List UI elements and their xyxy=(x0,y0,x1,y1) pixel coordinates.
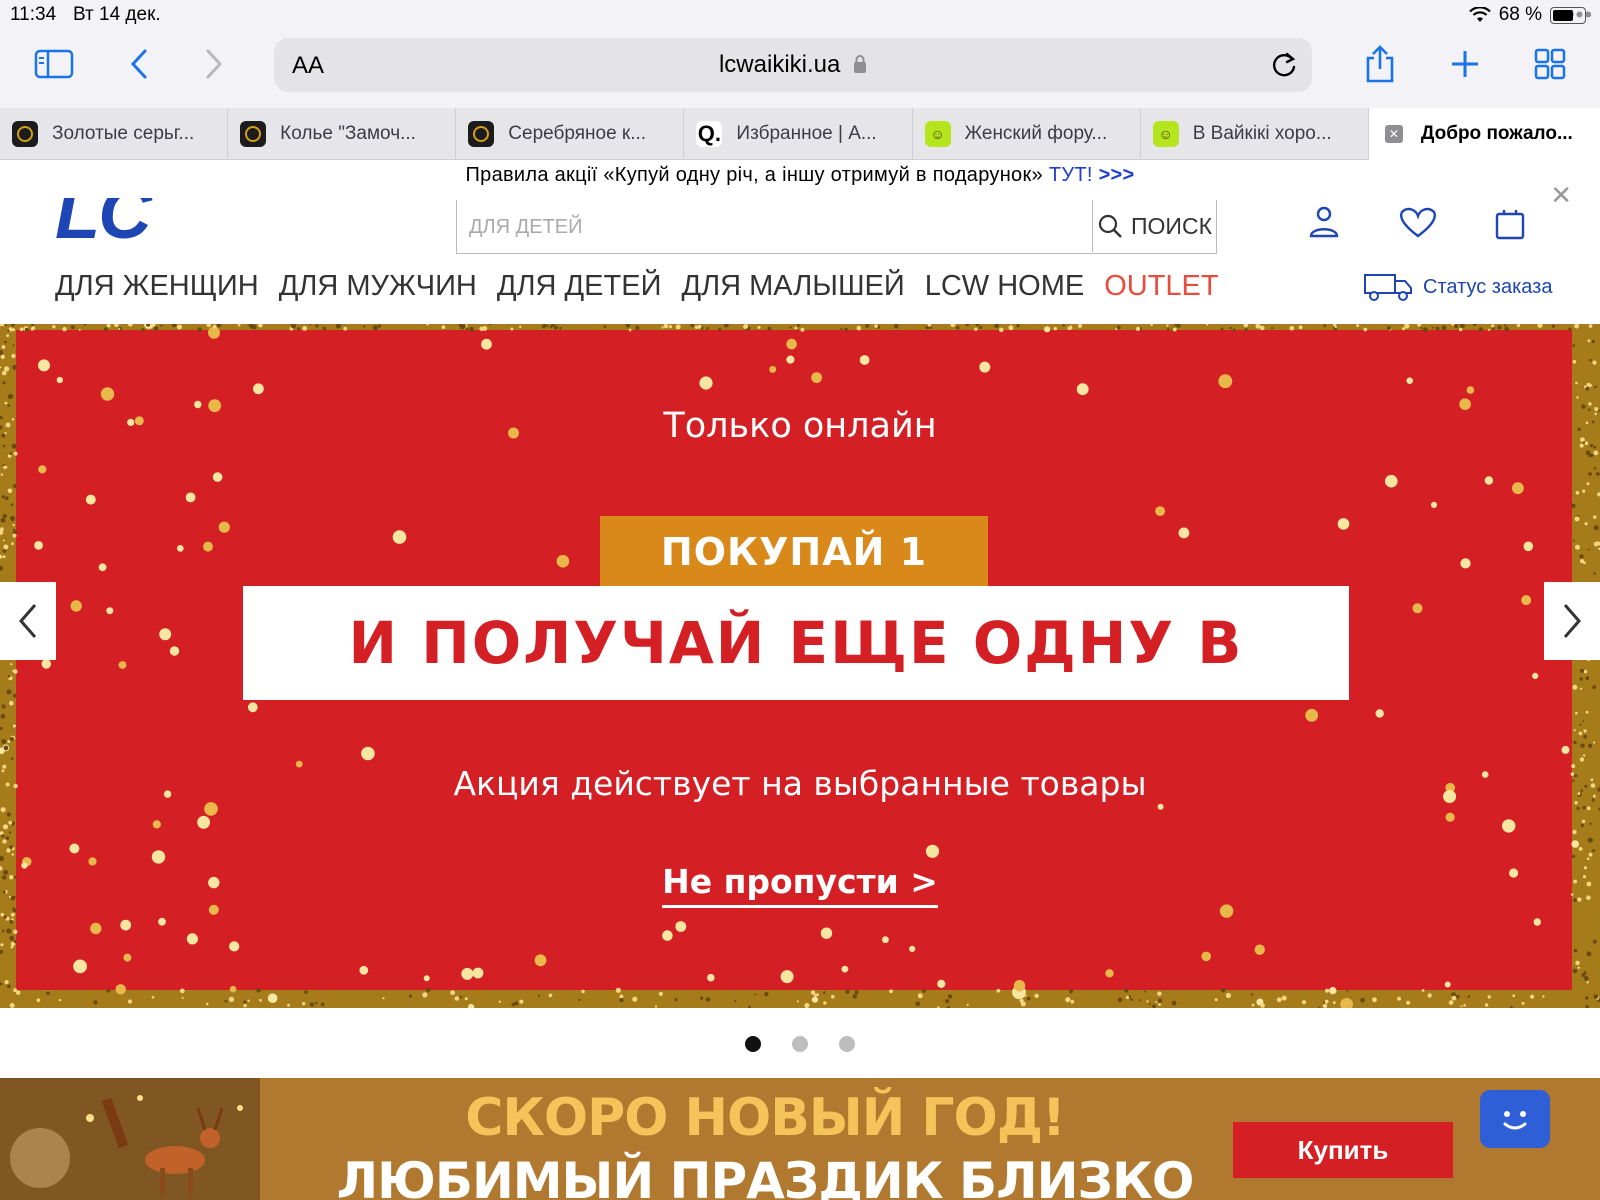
url-label: lcwaikiki.ua xyxy=(718,51,841,78)
buy-button[interactable]: Купить xyxy=(1233,1122,1453,1178)
browser-tab-active[interactable]: ✕ Добро пожало... xyxy=(1368,108,1600,160)
chevron-right-icon xyxy=(1563,604,1581,638)
status-right: 68 % xyxy=(1468,4,1586,26)
nav-babies[interactable]: ДЛЯ МАЛЫШЕЙ xyxy=(681,270,904,310)
banner-cta-link[interactable]: Не пропусти > xyxy=(0,862,1600,908)
battery-percent: 68 % xyxy=(1498,4,1542,25)
new-year-banner[interactable]: СКОРО НОВЫЙ ГОД! ЛЮБИМЫЙ ПРАЗДИК БЛИЗКО … xyxy=(0,1078,1600,1200)
forward-icon[interactable] xyxy=(192,42,236,86)
carousel-dot[interactable] xyxy=(792,1036,808,1052)
order-status-link[interactable]: Статус заказа xyxy=(1363,272,1552,302)
carousel-dot[interactable] xyxy=(839,1036,855,1052)
browser-toolbar: AA lcwaikiki.ua xyxy=(0,30,1600,108)
banner-buy-one: ПОКУПАЙ 1 ВЕЩЬ xyxy=(600,516,988,646)
tab-title: Золотые серьг... xyxy=(52,123,195,144)
order-status-label: Статус заказа xyxy=(1423,275,1553,298)
banner-cta-label[interactable]: Не пропусти > xyxy=(662,862,938,908)
share-icon[interactable] xyxy=(1358,42,1402,86)
banner-condition: Акция действует на выбранные товары xyxy=(453,764,1147,803)
sidebar-icon[interactable] xyxy=(32,42,76,86)
tab-title: В Вайкікі хоро... xyxy=(1192,123,1332,144)
search-input[interactable]: ДЛЯ ДЕТЕЙ xyxy=(469,216,583,239)
browser-tab[interactable]: Q. Избранное | А... xyxy=(684,108,913,160)
carousel-prev-button[interactable] xyxy=(0,582,56,660)
address-bar[interactable]: AA lcwaikiki.ua xyxy=(274,38,1312,92)
url-text: lcwaikiki.ua xyxy=(274,51,1312,79)
reload-icon[interactable] xyxy=(1270,50,1298,85)
chevron-left-icon xyxy=(19,604,37,638)
promo-text: Правила акції «Купуй одну річ, а іншу от… xyxy=(465,164,1043,186)
site-logo[interactable]: LC Waikiki xyxy=(55,198,400,246)
browser-tab[interactable]: ☺ В Вайкікі хоро... xyxy=(1141,108,1369,160)
promo-arrows[interactable]: >>> xyxy=(1099,164,1135,186)
wifi-icon xyxy=(1468,7,1491,22)
ring-icon xyxy=(468,121,495,147)
tab-title: Серебряное к... xyxy=(508,123,647,144)
carousel-dot[interactable] xyxy=(745,1036,761,1052)
nav-men[interactable]: ДЛЯ МУЖЧИН xyxy=(279,270,477,310)
status-date: Вт 14 дек. xyxy=(73,4,161,25)
ring-icon xyxy=(240,121,267,147)
tab-title: Добро пожало... xyxy=(1420,123,1573,144)
nav-outlet[interactable]: OUTLET xyxy=(1104,270,1218,310)
cart-bag-icon[interactable] xyxy=(1494,206,1526,245)
delivery-truck-icon xyxy=(1364,274,1412,301)
lock-icon xyxy=(854,55,867,73)
browser-tab[interactable]: Колье "Замоч... xyxy=(228,108,457,160)
close-icon[interactable]: ✕ xyxy=(1550,180,1572,211)
logo-text: LC Waikiki xyxy=(55,198,152,246)
smile-icon: ☺ xyxy=(1152,121,1179,147)
promo-bar: Правила акції «Купуй одну річ, а іншу от… xyxy=(0,164,1600,198)
smile-icon: ☺ xyxy=(924,121,951,147)
tab-bar: Золотые серьг... Колье "Замоч... Серебря… xyxy=(0,108,1600,160)
tab-title: Женский фору... xyxy=(964,123,1108,144)
carousel-dots xyxy=(0,1036,1600,1052)
tab-title: Колье "Замоч... xyxy=(280,123,416,144)
back-icon[interactable] xyxy=(117,42,161,86)
nav-women[interactable]: ДЛЯ ЖЕНЩИН xyxy=(55,270,259,310)
promo-link[interactable]: ТУТ! xyxy=(1049,164,1093,186)
carousel-next-button[interactable] xyxy=(1544,582,1600,660)
battery-fill xyxy=(1553,9,1574,21)
nav-kids[interactable]: ДЛЯ ДЕТЕЙ xyxy=(497,270,662,310)
ring-icon xyxy=(12,121,38,147)
browser-tab[interactable]: Серебряное к... xyxy=(456,108,685,160)
tab-title: Избранное | А... xyxy=(736,123,877,144)
favorites-heart-icon[interactable] xyxy=(1398,206,1438,243)
browser-tab[interactable]: Золотые серьг... xyxy=(0,108,229,160)
banner-online-label: Только онлайн xyxy=(663,406,937,446)
chat-bot-icon xyxy=(1503,1111,1527,1130)
q-icon: Q. xyxy=(696,121,723,147)
status-time: 11:34 xyxy=(10,4,57,25)
close-icon[interactable]: ✕ xyxy=(1384,125,1403,143)
status-bar: 11:34 Вт 14 дек. ••• 68 % xyxy=(0,0,1600,30)
new-tab-icon[interactable] xyxy=(1443,42,1487,86)
category-nav: ДЛЯ ЖЕНЩИН ДЛЯ МУЖЧИН ДЛЯ ДЕТЕЙ ДЛЯ МАЛЫ… xyxy=(55,270,1219,310)
battery-icon xyxy=(1550,6,1586,24)
browser-tab[interactable]: ☺ Женский фору... xyxy=(913,108,1141,160)
search-button-label: ПОИСК xyxy=(1131,212,1212,239)
search-button[interactable]: ПОИСК xyxy=(1092,200,1216,252)
banner-gift-headline: И ПОЛУЧАЙ ЕЩЕ ОДНУ В ПОДАРОК! xyxy=(243,586,1349,791)
nav-home[interactable]: LCW HOME xyxy=(925,270,1085,310)
hero-banner[interactable]: Только онлайн ПОКУПАЙ 1 ВЕЩЬ И ПОЛУЧАЙ Е… xyxy=(0,324,1600,1008)
account-icon[interactable] xyxy=(1308,206,1340,245)
tab-overview-icon[interactable] xyxy=(1528,42,1572,86)
search-box[interactable]: ДЛЯ ДЕТЕЙ ПОИСК xyxy=(456,200,1217,254)
chat-button[interactable] xyxy=(1480,1090,1550,1148)
search-icon xyxy=(1098,214,1122,238)
